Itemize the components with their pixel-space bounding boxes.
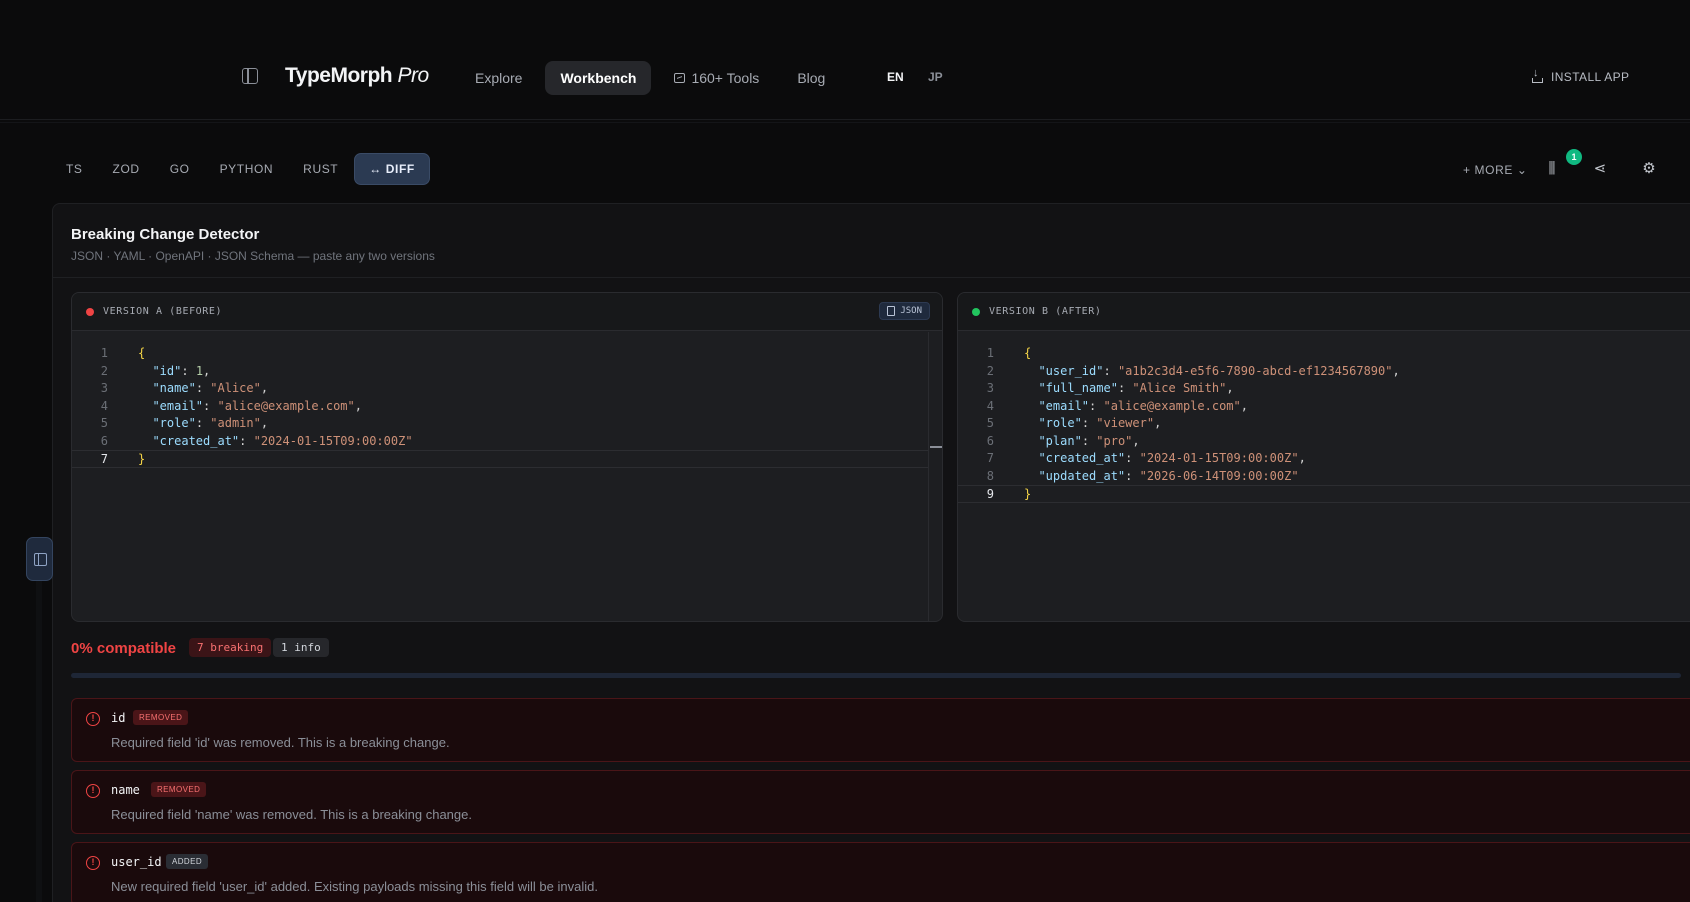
brand-logo[interactable]: TypeMorph Pro — [285, 64, 429, 88]
tool-subtitle: JSON · YAML · OpenAPI · JSON Schema — pa… — [71, 249, 435, 263]
main-nav: Explore Workbench 160+ Tools Blog — [460, 61, 840, 95]
download-icon — [1532, 67, 1543, 83]
sidebar-expand-button[interactable] — [26, 537, 53, 581]
change-item[interactable]: ! user_id ADDED New required field 'user… — [71, 842, 1690, 902]
divider — [52, 277, 1690, 278]
info-count-badge: 1 info — [273, 638, 329, 657]
top-navigation — [0, 0, 1690, 123]
tab-ts[interactable]: TS — [52, 154, 97, 184]
more-dropdown[interactable]: + MORE ⌄ — [1463, 163, 1528, 177]
language-tabs: TS ZOD GO PYTHON RUST ↔ DIFF — [52, 153, 430, 185]
breaking-count-badge: 7 breaking — [189, 638, 272, 657]
editor-b-label: VERSION B (AFTER) — [989, 306, 1102, 317]
change-tag: REMOVED — [133, 710, 189, 725]
change-tag: REMOVED — [151, 782, 207, 797]
change-description: Required field 'id' was removed. This is… — [111, 735, 450, 750]
file-icon — [887, 306, 896, 316]
nav-blog[interactable]: Blog — [782, 61, 840, 95]
change-tag: ADDED — [166, 854, 209, 869]
change-field: name — [111, 783, 140, 797]
install-app-button[interactable]: INSTALL APP — [1532, 67, 1629, 84]
editor-version-a: VERSION A (BEFORE) JSON 1{ 2 "id": 1, 3 … — [71, 292, 943, 622]
compatibility-score: 0% compatible — [71, 640, 177, 657]
change-description: Required field 'name' was removed. This … — [111, 807, 472, 822]
change-field: user_id — [111, 855, 162, 869]
panel-icon — [34, 553, 47, 566]
library-icon[interactable]: ⫼ — [1543, 160, 1561, 178]
nav-tools[interactable]: 160+ Tools — [659, 61, 774, 95]
status-dot-red — [86, 307, 94, 316]
tab-zod[interactable]: ZOD — [99, 154, 154, 184]
change-item[interactable]: ! name REMOVED Required field 'name' was… — [71, 770, 1690, 834]
compatibility-progress-bar — [71, 673, 1681, 678]
tab-rust[interactable]: RUST — [289, 154, 352, 184]
format-badge[interactable]: JSON — [879, 302, 930, 320]
left-rail — [36, 581, 42, 902]
lang-jp[interactable]: JP — [928, 70, 943, 84]
alert-circle-icon: ! — [86, 712, 100, 726]
alert-circle-icon: ! — [86, 856, 100, 870]
share-icon[interactable]: ⋖ — [1591, 160, 1609, 178]
sidebar-toggle-icon[interactable] — [242, 68, 258, 84]
editor-b-header: VERSION B (AFTER) — [958, 293, 1690, 331]
tab-diff[interactable]: ↔ DIFF — [354, 153, 430, 185]
editor-a-header: VERSION A (BEFORE) JSON — [72, 293, 942, 331]
status-dot-green — [972, 307, 980, 316]
image-icon — [674, 73, 686, 83]
lang-en[interactable]: EN — [887, 70, 904, 84]
editor-a-label: VERSION A (BEFORE) — [103, 306, 223, 317]
alert-circle-icon: ! — [86, 784, 100, 798]
change-description: New required field 'user_id' added. Exis… — [111, 879, 598, 894]
tool-title: Breaking Change Detector — [71, 226, 260, 243]
editor-a-scrollbar[interactable] — [928, 332, 942, 621]
change-field: id — [111, 711, 126, 725]
chevron-down-icon: ⌄ — [1516, 163, 1528, 177]
tab-go[interactable]: GO — [156, 154, 204, 184]
change-item[interactable]: ! id REMOVED Required field 'id' was rem… — [71, 698, 1690, 762]
gear-icon[interactable]: ⚙ — [1640, 160, 1658, 178]
nav-explore[interactable]: Explore — [460, 61, 537, 95]
nav-workbench[interactable]: Workbench — [545, 61, 652, 95]
editor-version-b: VERSION B (AFTER) 1{ 2 "user_id": "a1b2c… — [957, 292, 1690, 622]
tab-python[interactable]: PYTHON — [206, 154, 288, 184]
editor-b-code[interactable]: 1{ 2 "user_id": "a1b2c3d4-e5f6-7890-abcd… — [958, 332, 1690, 621]
library-count-badge: 1 — [1566, 149, 1582, 165]
editor-a-code[interactable]: 1{ 2 "id": 1, 3 "name": "Alice", 4 "emai… — [72, 332, 928, 621]
